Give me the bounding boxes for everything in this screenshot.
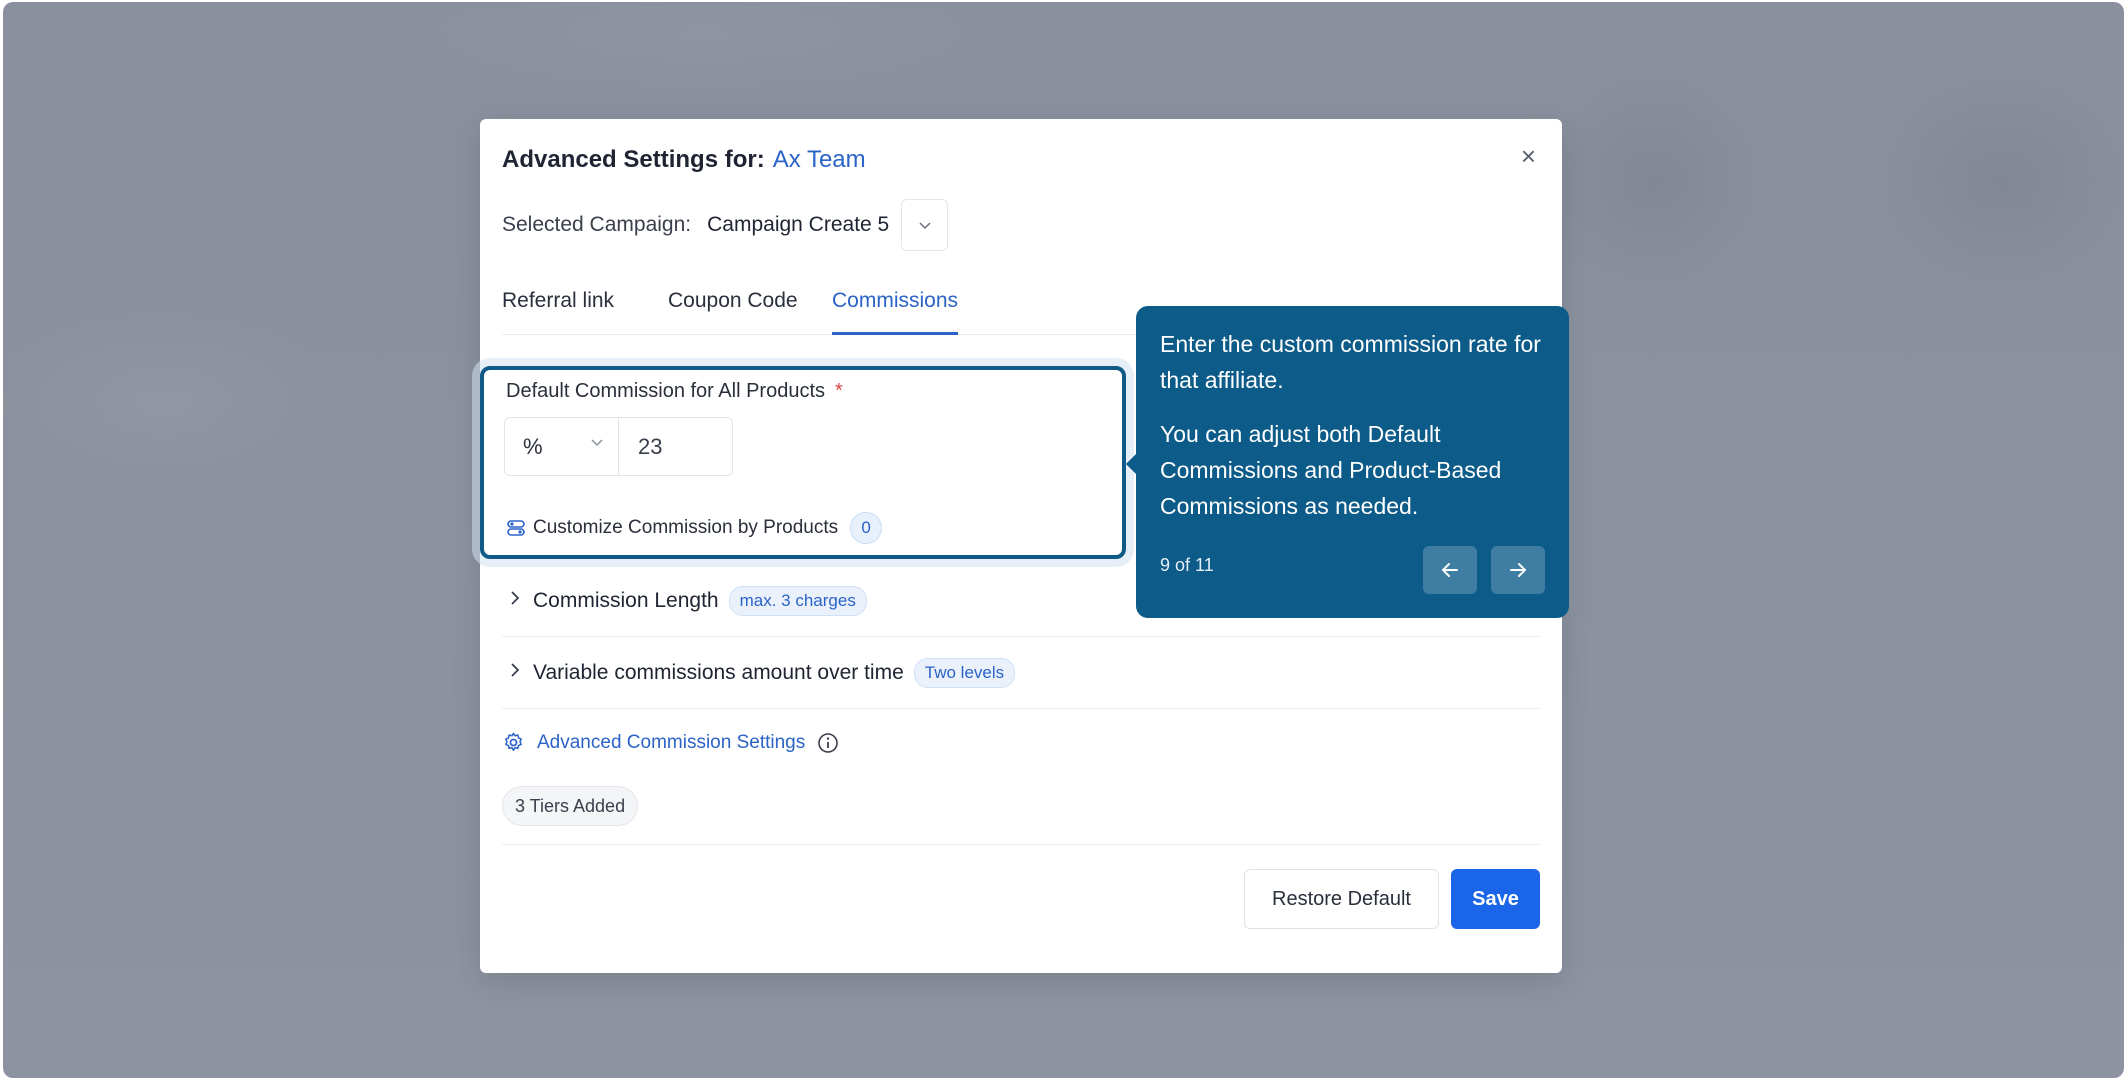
campaign-label: Selected Campaign: [502,213,692,236]
tab-commissions[interactable]: Commissions [832,289,959,335]
tooltip-prev-button[interactable] [1423,546,1477,594]
close-icon[interactable]: × [1521,143,1536,169]
tooltip-text-secondary: You can adjust both Default Commissions … [1160,421,1502,519]
gear-icon [505,732,522,751]
tooltip-arrow [1126,454,1136,474]
modal-title: Advanced Settings for: Ax Team [502,146,866,174]
accordion-badge: Two levels [913,657,1016,688]
default-commission-highlight: Default Commission for All Products * % C… [480,366,1126,559]
tiers-badge: 3 Tiers Added [502,786,639,826]
default-commission-label-text: Default Commission for All Products [506,380,826,402]
campaign-selector-row: Selected Campaign: Campaign Create 5 [502,199,949,251]
chevron-down-icon [590,435,604,452]
chevron-right-icon [502,661,533,685]
chevron-down-icon [919,222,931,230]
arrow-left-icon [1442,563,1458,577]
tooltip-next-button[interactable] [1491,546,1545,594]
advanced-commission-settings-link[interactable]: Advanced Commission Settings [537,732,805,754]
campaign-value: Campaign Create 5 [707,213,890,236]
restore-default-button[interactable]: Restore Default [1244,869,1439,929]
customize-count-badge: 0 [850,512,883,544]
campaign-dropdown-button[interactable] [901,199,949,251]
tab-referral-link[interactable]: Referral link [502,289,614,335]
tab-coupon-code[interactable]: Coupon Code [668,289,798,335]
accordion-badge: max. 3 charges [728,585,867,616]
accordion-variable-commissions[interactable]: Variable commissions amount over time Tw… [502,637,1540,709]
chevron-right-icon [502,589,533,613]
save-button[interactable]: Save [1451,869,1540,929]
accordion-label: Variable commissions amount over time [533,660,904,684]
team-name: Ax Team [772,146,866,173]
tour-tooltip: Enter the custom commission rate for tha… [1126,306,1569,618]
tooltip-text-primary: Enter the custom commission rate for tha… [1160,331,1541,393]
modal-title-prefix: Advanced Settings for: [502,146,765,173]
footer-divider [502,844,1540,845]
commission-unit-value: % [523,433,543,459]
commission-amount-input[interactable] [618,417,733,476]
arrow-right-icon [1510,563,1526,577]
customize-commission-label: Customize Commission by Products [533,517,839,538]
info-icon[interactable] [817,732,839,754]
accordion-label: Commission Length [533,588,719,612]
required-marker: * [835,380,843,402]
commission-unit-select[interactable]: % [504,417,619,476]
tooltip-step-counter: 9 of 11 [1160,555,1214,575]
toggle-icon [507,520,525,536]
customize-commission-row[interactable]: Customize Commission by Products 0 [506,512,883,544]
advanced-commission-settings-row: Advanced Commission Settings [502,731,839,754]
default-commission-label: Default Commission for All Products * [506,380,843,403]
